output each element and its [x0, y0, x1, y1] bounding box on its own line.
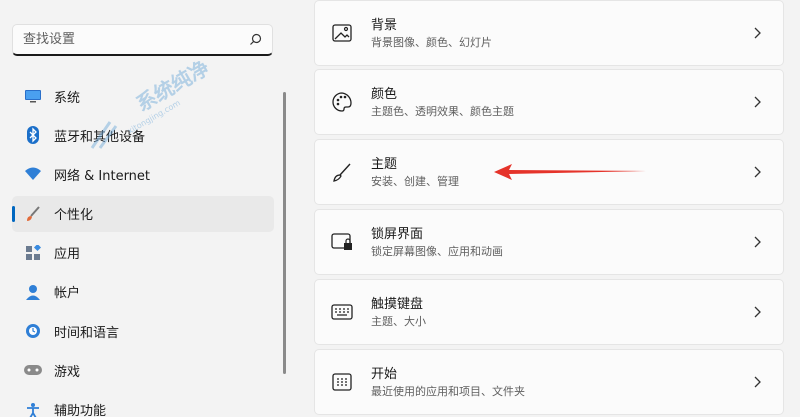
sidebar-item-accounts[interactable]: 帐户 [12, 274, 274, 310]
sidebar-item-bluetooth[interactable]: 蓝牙和其他设备 [12, 117, 274, 153]
image-icon [331, 22, 353, 44]
sidebar-item-label: 网络 & Internet [54, 168, 151, 184]
sidebar-nav: 系统 蓝牙和其他设备 网络 & Internet 个性化 应用 帐户 时间和语言… [12, 78, 274, 417]
card-text: 背景 背景图像、颜色、幻灯片 [371, 17, 751, 50]
card-title: 开始 [371, 366, 398, 382]
card-background[interactable]: 背景 背景图像、颜色、幻灯片 [314, 0, 784, 66]
card-colors[interactable]: 颜色 主题色、透明效果、颜色主题 [314, 69, 784, 135]
card-title: 颜色 [371, 86, 398, 102]
chevron-right-icon [751, 305, 765, 319]
card-title: 触摸键盘 [371, 296, 424, 312]
card-title: 锁屏界面 [371, 226, 424, 242]
sidebar-item-label: 蓝牙和其他设备 [54, 129, 146, 145]
sidebar-item-label: 个性化 [54, 208, 94, 224]
search-box[interactable] [12, 24, 273, 56]
search-icon[interactable] [248, 33, 262, 47]
account-icon [24, 283, 42, 301]
chevron-right-icon [751, 375, 765, 389]
palette-icon [331, 91, 353, 113]
search-input[interactable] [23, 32, 248, 47]
annotation-arrow-icon [494, 164, 646, 180]
chevron-right-icon [751, 235, 765, 249]
card-subtitle: 最近使用的应用和项目、文件夹 [371, 384, 525, 398]
sidebar-item-label: 辅助功能 [54, 404, 107, 417]
card-start[interactable]: 开始 最近使用的应用和项目、文件夹 [314, 349, 784, 415]
lock-screen-icon [331, 231, 353, 253]
active-indicator [12, 205, 15, 222]
card-lock-screen[interactable]: 锁屏界面 锁定屏幕图像、应用和动画 [314, 209, 784, 275]
apps-icon [24, 244, 42, 262]
brush-icon [24, 205, 42, 223]
sidebar-item-network[interactable]: 网络 & Internet [12, 156, 274, 192]
sidebar-scrollbar[interactable] [283, 92, 286, 374]
sidebar-item-label: 系统 [54, 90, 81, 106]
chevron-right-icon [751, 26, 765, 40]
sidebar: 系统 蓝牙和其他设备 网络 & Internet 个性化 [0, 0, 290, 417]
clock-globe-icon [24, 322, 42, 340]
keyboard-icon [331, 301, 353, 323]
monitor-icon [24, 87, 42, 105]
card-subtitle: 锁定屏幕图像、应用和动画 [371, 244, 503, 258]
sidebar-item-system[interactable]: 系统 [12, 78, 274, 114]
card-text: 锁屏界面 锁定屏幕图像、应用和动画 [371, 226, 751, 259]
start-icon [331, 371, 353, 393]
sidebar-item-accessibility[interactable]: 辅助功能 [12, 392, 274, 417]
sidebar-item-label: 帐户 [54, 286, 81, 302]
chevron-right-icon [751, 165, 765, 179]
card-text: 触摸键盘 主题、大小 [371, 296, 751, 329]
sidebar-item-label: 游戏 [54, 364, 81, 380]
sidebar-item-gaming[interactable]: 游戏 [12, 352, 274, 388]
sidebar-item-label: 时间和语言 [54, 325, 120, 341]
card-subtitle: 背景图像、颜色、幻灯片 [371, 35, 492, 49]
card-subtitle: 主题色、透明效果、颜色主题 [371, 104, 514, 118]
card-title: 背景 [371, 17, 398, 33]
sidebar-item-time-language[interactable]: 时间和语言 [12, 313, 274, 349]
gamepad-icon [24, 361, 42, 379]
card-touch-keyboard[interactable]: 触摸键盘 主题、大小 [314, 279, 784, 345]
brush-icon [331, 161, 353, 183]
wifi-icon [24, 165, 42, 183]
bluetooth-icon [24, 126, 42, 145]
sidebar-item-apps[interactable]: 应用 [12, 235, 274, 271]
card-subtitle: 主题、大小 [371, 314, 426, 328]
sidebar-item-personalization[interactable]: 个性化 [12, 195, 274, 232]
sidebar-item-label: 应用 [54, 247, 81, 263]
chevron-right-icon [751, 95, 765, 109]
card-text: 开始 最近使用的应用和项目、文件夹 [371, 366, 751, 399]
card-text: 颜色 主题色、透明效果、颜色主题 [371, 86, 751, 119]
accessibility-icon [24, 401, 42, 417]
